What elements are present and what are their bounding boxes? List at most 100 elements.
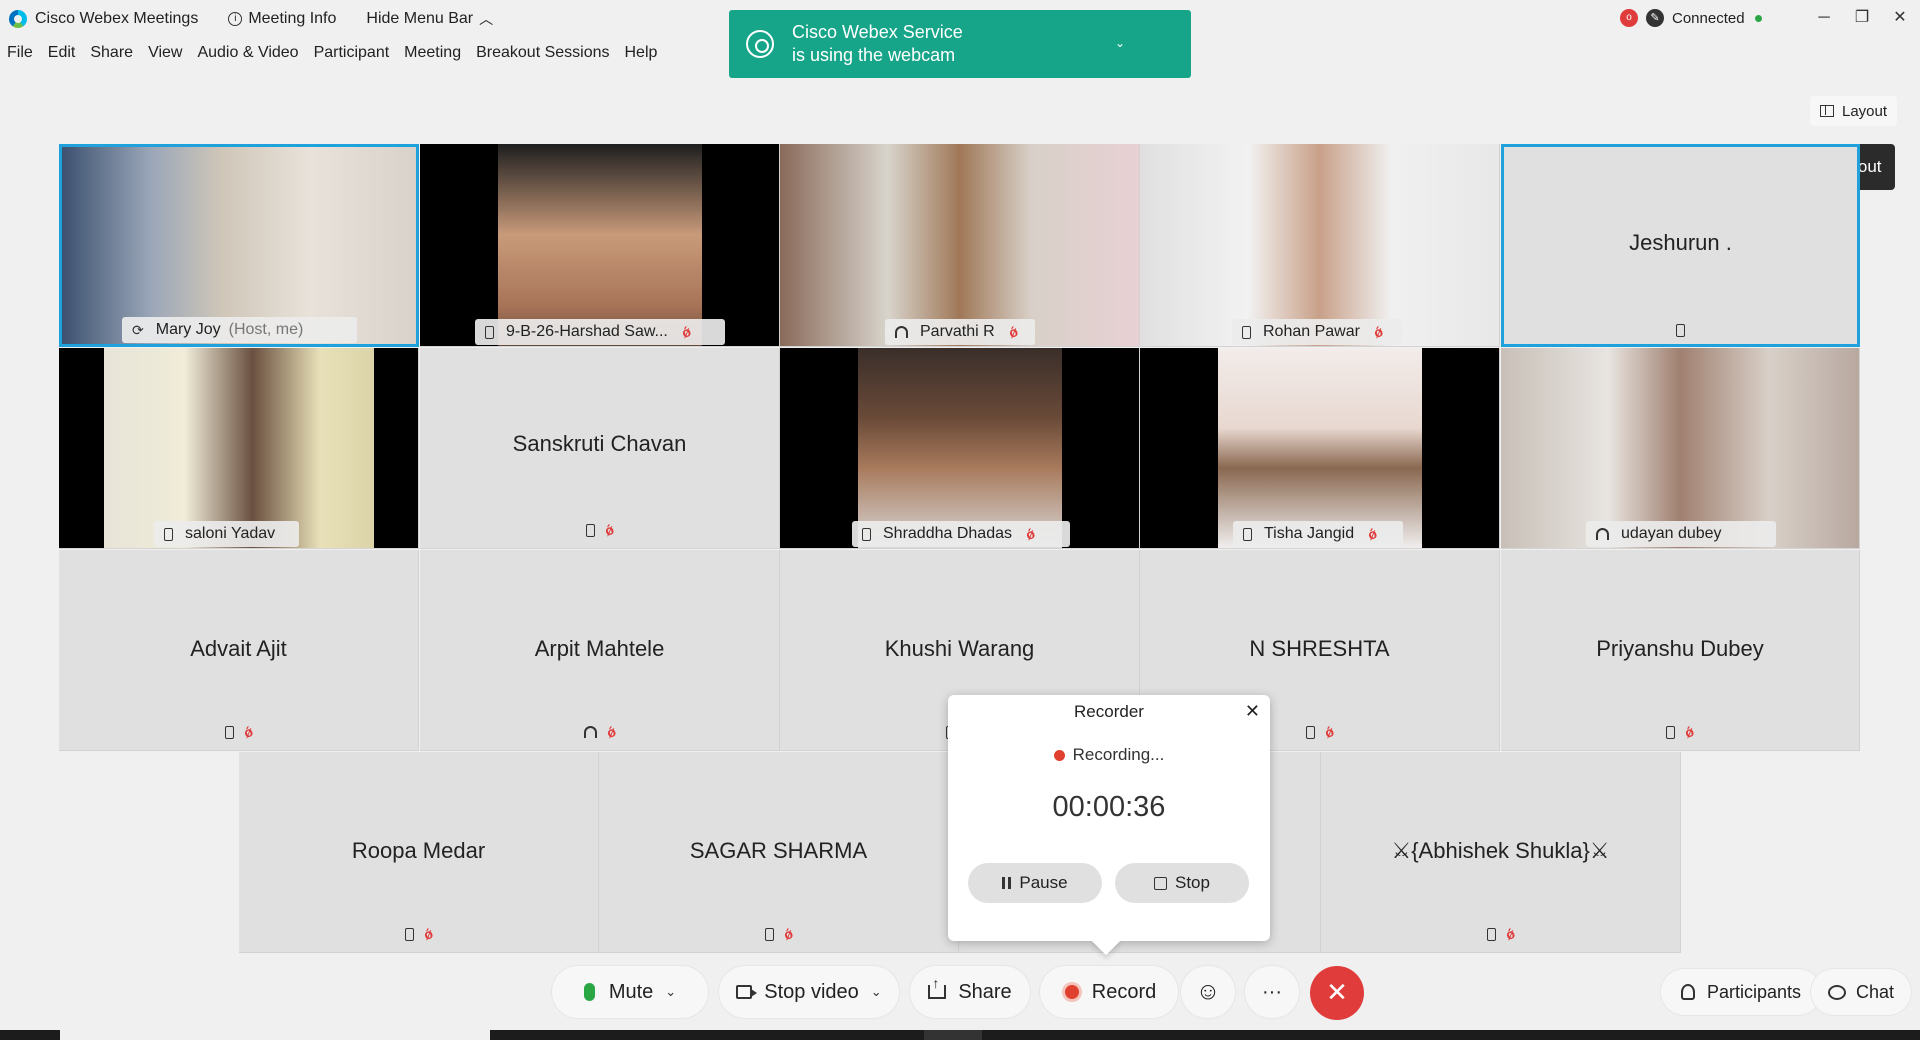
video-tile-udayan[interactable]: udayan dubey [1501,348,1860,549]
video-tile-shraddha[interactable]: Shraddha Dhadas ǿ [780,348,1140,549]
tile-sagar[interactable]: SAGAR SHARMA ǿ [599,752,959,953]
menu-participant[interactable]: Participant [314,44,390,68]
tile-status-icons: ǿ [420,521,779,539]
meeting-info-button[interactable]: i Meeting Info [228,10,336,28]
video-feed [104,348,374,548]
smiley-icon: ☺ [1195,978,1221,1005]
participant-name: udayan dubey [1621,525,1722,542]
video-tile-rohan[interactable]: Rohan Pawar ǿ [1140,144,1500,347]
name-label: Rohan Pawar ǿ [1232,319,1402,345]
video-feed [62,147,416,344]
name-label: udayan dubey [1586,521,1776,547]
tile-abhishek[interactable]: ⚔{Abhishek Shukla}⚔ ǿ [1321,752,1681,953]
taskbar-item[interactable] [924,1030,982,1040]
menu-edit[interactable]: Edit [48,44,76,68]
headset-icon [895,326,908,338]
menu-share[interactable]: Share [90,44,133,68]
chevron-down-icon[interactable]: ⌄ [871,984,882,1000]
notification-line-2: is using the webcam [792,45,956,65]
headset-icon [1596,528,1609,540]
name-label: Shraddha Dhadas ǿ [852,521,1070,547]
participant-name: Advait Ajit [190,636,287,661]
menu-breakout-sessions[interactable]: Breakout Sessions [476,44,609,68]
participant-name: Shraddha Dhadas [883,525,1012,542]
phone-icon [862,527,871,541]
restore-icon[interactable]: ❐ [1842,4,1882,32]
stop-video-button[interactable]: Stop video ⌄ [719,966,899,1018]
tile-priyanshu[interactable]: Priyanshu Dubey ǿ [1501,550,1860,751]
chevron-down-icon[interactable]: ⌄ [1115,36,1125,50]
pause-recording-button[interactable]: Pause [968,863,1102,903]
taskbar-item[interactable] [60,1030,490,1040]
phone-icon [585,523,595,537]
video-tile-harshad[interactable]: 9-B-26-Harshad Saw... ǿ [420,144,780,347]
layout-button[interactable]: Layout [1810,96,1898,126]
close-window-icon[interactable]: ✕ [1880,4,1920,32]
chevron-down-icon[interactable]: ⌄ [665,984,676,1000]
share-screen-icon [928,975,947,999]
recording-indicator-icon: o [1620,9,1638,27]
video-feed [1140,144,1499,346]
video-feed [1501,348,1859,548]
tile-status-icons: ǿ [420,723,779,741]
menu-audio-video[interactable]: Audio & Video [197,44,298,68]
mic-off-icon: ǿ [1006,323,1020,341]
grid-layout-icon [1820,105,1834,117]
participant-name: saloni Yadav [185,525,276,542]
participant-name: Parvathi R [920,323,995,340]
hide-menu-bar-button[interactable]: Hide Menu Bar ︿ [366,9,493,29]
connection-status[interactable]: o ✎ Connected [1620,9,1762,27]
participant-name: N SHRESHTA [1249,636,1390,661]
chat-button[interactable]: Chat [1811,969,1911,1015]
video-feed [780,144,1139,346]
webcam-notification[interactable]: Cisco Webex Service is using the webcam … [729,10,1191,78]
participant-name: SAGAR SHARMA [689,838,868,863]
mic-off-icon: ǿ [604,723,618,741]
recording-status: Recording... [948,745,1270,765]
participants-icon [1680,984,1695,1000]
tile-status-icons: ǿ [1321,925,1680,943]
phone-icon [164,527,173,541]
more-options-button[interactable]: ··· [1245,966,1299,1018]
hide-menu-label: Hide Menu Bar [366,10,474,27]
video-tile-tisha[interactable]: Tisha Jangid ǿ [1140,348,1500,549]
video-tile-parvathi[interactable]: Parvathi R ǿ [780,144,1140,347]
participant-name: Priyanshu Dubey [1596,636,1764,661]
participant-name: 9-B-26-Harshad Saw... [506,323,668,340]
menu-meeting[interactable]: Meeting [404,44,461,68]
video-tile-mary-joy[interactable]: ⟳ Mary Joy (Host, me) [59,144,419,347]
phone-icon [764,927,774,941]
notification-line-1: Cisco Webex Service [792,22,963,42]
video-tile-saloni[interactable]: saloni Yadav [59,348,419,549]
stop-label: Stop [1175,873,1210,892]
tile-jeshurun[interactable]: Jeshurun . [1501,144,1860,347]
participant-name: Jeshurun . [1629,230,1732,255]
menu-bar: File Edit Share View Audio & Video Parti… [0,44,665,68]
video-feed [498,144,702,346]
reactions-button[interactable]: ☺ [1181,966,1235,1018]
record-button[interactable]: Record [1040,966,1178,1018]
minimize-icon[interactable]: ─ [1804,4,1844,32]
tile-advait[interactable]: Advait Ajit ǿ [59,550,419,751]
mic-off-icon: ǿ [1371,323,1385,341]
pause-icon [1002,877,1012,889]
tile-sanskruti[interactable]: Sanskruti Chavan ǿ [420,348,780,549]
stop-video-label: Stop video [764,980,859,1003]
stop-recording-button[interactable]: Stop [1115,863,1249,903]
tile-roopa[interactable]: Roopa Medar ǿ [239,752,599,953]
connected-dot-icon [1754,14,1762,22]
menu-help[interactable]: Help [625,44,658,68]
pause-label: Pause [1019,873,1068,892]
tile-arpit[interactable]: Arpit Mahtele ǿ [420,550,780,751]
menu-file[interactable]: File [7,44,33,68]
participants-button[interactable]: Participants [1661,969,1821,1015]
end-meeting-button[interactable]: ✕ [1310,966,1364,1020]
mic-off-icon: ǿ [241,723,255,741]
close-icon[interactable]: ✕ [1245,701,1260,722]
app-title: Cisco Webex Meetings [9,10,198,28]
menu-view[interactable]: View [148,44,182,68]
mute-button[interactable]: Mute ⌄ [552,966,708,1018]
tile-status-icons [1504,324,1857,337]
chat-label: Chat [1855,981,1895,1002]
share-button[interactable]: Share [910,966,1030,1018]
